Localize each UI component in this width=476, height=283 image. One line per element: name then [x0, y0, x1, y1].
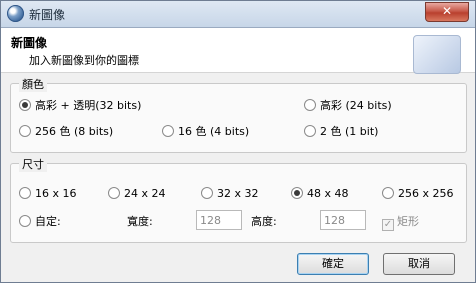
- radio-icon[interactable]: [304, 99, 316, 111]
- header-subtitle: 加入新圖像到你的圖標: [29, 54, 139, 67]
- color-option-32bit[interactable]: 高彩 + 透明(32 bits): [19, 98, 141, 114]
- option-label: 32 x 32: [217, 187, 259, 200]
- color-option-8bit[interactable]: 256 色 (8 bits): [19, 124, 113, 140]
- radio-icon[interactable]: [201, 187, 213, 199]
- height-label: 高度:: [251, 215, 277, 228]
- radio-icon[interactable]: [382, 187, 394, 199]
- size-option-256[interactable]: 256 x 256: [382, 186, 454, 202]
- header-title: 新圖像: [11, 36, 48, 50]
- option-label: 高彩 + 透明(32 bits): [35, 99, 142, 112]
- image-preview-icon: [413, 35, 461, 74]
- dialog-header: 新圖像 加入新圖像到你的圖標: [1, 28, 475, 74]
- option-label: 16 色 (4 bits): [178, 125, 250, 138]
- rectangle-label: 矩形: [397, 215, 419, 228]
- width-label: 寬度:: [127, 215, 153, 228]
- size-group: 尺寸 16 x 16 24 x 24 32 x 32 48 x 48 256 x…: [10, 156, 467, 243]
- size-group-label: 尺寸: [19, 156, 47, 172]
- size-option-48[interactable]: 48 x 48: [291, 186, 349, 202]
- title-bar: 新圖像 ✕: [1, 1, 475, 28]
- color-option-4bit[interactable]: 16 色 (4 bits): [162, 124, 249, 140]
- ok-button[interactable]: 確定: [297, 253, 369, 275]
- option-label: 自定:: [35, 215, 61, 228]
- option-label: 48 x 48: [307, 187, 349, 200]
- radio-icon[interactable]: [19, 187, 31, 199]
- color-group-label: 顏色: [19, 76, 47, 92]
- radio-icon[interactable]: [19, 125, 31, 137]
- option-label: 24 x 24: [124, 187, 166, 200]
- color-group: 顏色 高彩 + 透明(32 bits) 高彩 (24 bits) 256 色 (…: [10, 76, 467, 153]
- radio-icon[interactable]: [291, 187, 303, 199]
- window-title: 新圖像: [29, 8, 66, 22]
- size-option-32[interactable]: 32 x 32: [201, 186, 259, 202]
- rectangle-checkbox[interactable]: ✓ 矩形: [382, 214, 419, 231]
- radio-icon[interactable]: [19, 215, 31, 227]
- radio-icon[interactable]: [19, 99, 31, 111]
- width-input[interactable]: [196, 210, 242, 230]
- size-option-custom[interactable]: 自定:: [19, 214, 61, 230]
- radio-icon[interactable]: [304, 125, 316, 137]
- new-image-dialog: 新圖像 ✕ 新圖像 加入新圖像到你的圖標 顏色 高彩 + 透明(32 bits)…: [0, 0, 476, 283]
- radio-icon[interactable]: [108, 187, 120, 199]
- option-label: 16 x 16: [35, 187, 77, 200]
- option-label: 256 x 256: [398, 187, 454, 200]
- radio-icon[interactable]: [162, 125, 174, 137]
- size-option-16[interactable]: 16 x 16: [19, 186, 77, 202]
- checkbox-check-icon[interactable]: ✓: [382, 219, 394, 231]
- cancel-button[interactable]: 取消: [383, 253, 455, 275]
- option-label: 高彩 (24 bits): [320, 99, 392, 112]
- app-globe-icon: [7, 5, 24, 22]
- color-option-1bit[interactable]: 2 色 (1 bit): [304, 124, 378, 140]
- size-option-24[interactable]: 24 x 24: [108, 186, 166, 202]
- color-option-24bit[interactable]: 高彩 (24 bits): [304, 98, 392, 114]
- close-button[interactable]: ✕: [425, 2, 469, 22]
- option-label: 256 色 (8 bits): [35, 125, 114, 138]
- option-label: 2 色 (1 bit): [320, 125, 379, 138]
- height-input[interactable]: [320, 210, 366, 230]
